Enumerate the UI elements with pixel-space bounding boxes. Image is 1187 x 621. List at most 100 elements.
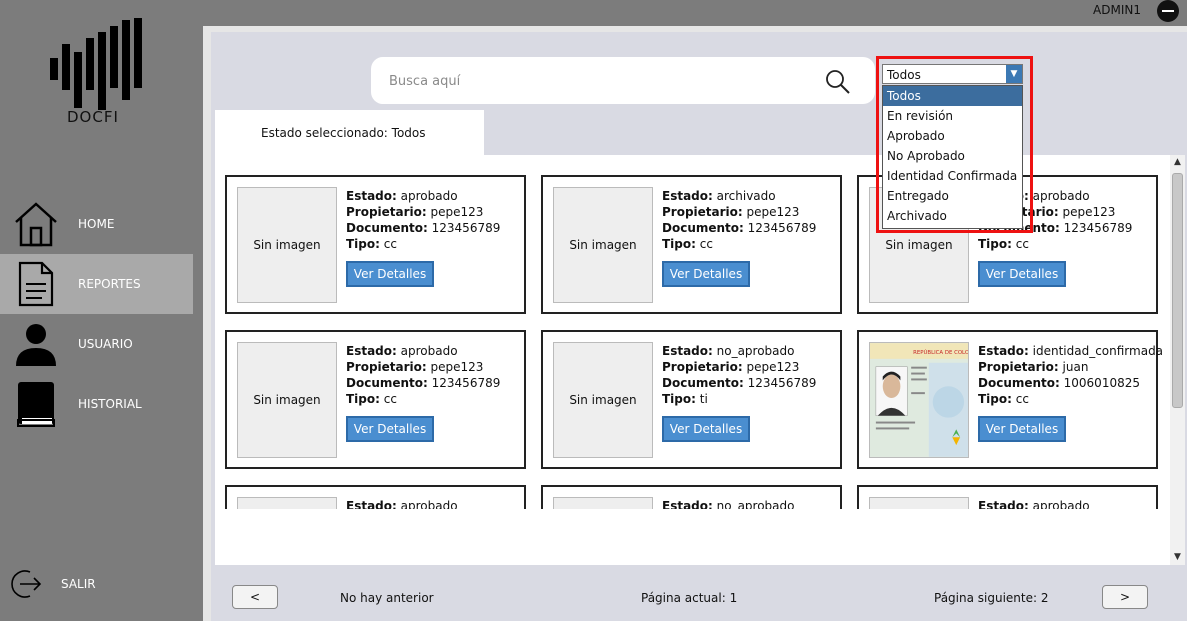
scroll-thumb[interactable] bbox=[1172, 173, 1183, 408]
search-icon[interactable] bbox=[825, 69, 851, 95]
tab-label: Estado seleccionado: Todos bbox=[261, 126, 426, 140]
card-estado: Estado: aprobado bbox=[346, 188, 500, 204]
field-label: Documento: bbox=[662, 376, 744, 390]
document-card: Sin imagen Estado: archivado Propietario: … bbox=[541, 175, 842, 314]
field-value: pepe123 bbox=[426, 360, 484, 374]
card-propietario: Propietario: pepe123 bbox=[346, 204, 500, 220]
next-page-button[interactable]: > bbox=[1102, 585, 1148, 609]
card-estado: Estado: aprobado bbox=[346, 343, 500, 359]
logout-button[interactable]: SALIR bbox=[0, 554, 193, 614]
dropdown-option[interactable]: Aprobado bbox=[883, 126, 1022, 146]
document-card: REPÚBLICA DE COLOMBIA Estado: identidad_c… bbox=[857, 330, 1163, 469]
card-documento: Documento: 123456789 bbox=[662, 375, 816, 391]
document-card: Sin imagenEstado: aprobadoPropietario: p… bbox=[225, 330, 526, 469]
field-value: 123456789 bbox=[427, 221, 501, 235]
card-estado: Estado: identidad_confirmada bbox=[978, 343, 1163, 359]
search-input[interactable] bbox=[389, 71, 809, 91]
field-value: ti bbox=[695, 392, 708, 406]
document-info: Estado: aprobadoPropietario: pepe123Docu… bbox=[346, 188, 500, 252]
field-value: pepe123 bbox=[742, 360, 800, 374]
field-label: Propietario: bbox=[978, 360, 1059, 374]
card-propietario: Propietario: pepe123 bbox=[662, 359, 816, 375]
field-label: Tipo: bbox=[346, 392, 380, 406]
sidebar-item-label: REPORTES bbox=[78, 277, 141, 291]
view-details-button[interactable]: Ver Detalles bbox=[346, 261, 434, 287]
status-filter-options: Todos En revisión Aprobado No Aprobado Ident… bbox=[882, 85, 1023, 229]
book-icon bbox=[17, 382, 55, 427]
card-propietario: Propietario: juan bbox=[978, 359, 1163, 375]
user-icon bbox=[16, 324, 56, 366]
sidebar: DOCFI HOME REPORTES USUARIO HISTORIAL SA… bbox=[0, 0, 202, 621]
sidebar-item-home[interactable]: HOME bbox=[0, 194, 193, 254]
field-label: Tipo: bbox=[662, 237, 696, 251]
tab-estado[interactable]: Estado seleccionado: Todos bbox=[215, 110, 484, 155]
field-value: cc bbox=[379, 237, 397, 251]
view-details-button[interactable]: Ver Detalles bbox=[346, 416, 434, 442]
field-value: pepe123 bbox=[742, 205, 800, 219]
field-value: 1006010825 bbox=[1059, 376, 1140, 390]
field-value: cc bbox=[1011, 392, 1029, 406]
no-image-label: Sin imagen bbox=[569, 393, 637, 407]
card-documento: Documento: 1006010825 bbox=[978, 375, 1163, 391]
card-tipo: Tipo: cc bbox=[346, 391, 500, 407]
field-label: Propietario: bbox=[346, 205, 427, 219]
field-label: Documento: bbox=[978, 376, 1060, 390]
status-filter-select[interactable]: Todos ▼ bbox=[882, 64, 1023, 84]
view-details-button[interactable]: Ver Detalles bbox=[662, 416, 750, 442]
card-documento: Documento: 123456789 bbox=[346, 220, 500, 236]
field-label: Estado: bbox=[662, 344, 713, 358]
sidebar-item-label: USUARIO bbox=[78, 337, 133, 351]
field-value: cc bbox=[379, 392, 397, 406]
document-icon bbox=[18, 261, 54, 307]
field-value: 123456789 bbox=[743, 221, 817, 235]
dropdown-option[interactable]: Archivado bbox=[883, 206, 1022, 226]
search-bar bbox=[371, 57, 875, 104]
minus-circle-icon[interactable] bbox=[1157, 0, 1179, 22]
prev-page-button[interactable]: < bbox=[232, 585, 278, 609]
vertical-scrollbar[interactable]: ▲ ▼ bbox=[1170, 155, 1185, 565]
card-estado: Estado: archivado bbox=[662, 188, 816, 204]
chevron-down-icon[interactable]: ▼ bbox=[1006, 65, 1022, 83]
card-documento: Documento: 123456789 bbox=[346, 375, 500, 391]
sidebar-item-usuario[interactable]: USUARIO bbox=[0, 314, 193, 374]
id-card-header: REPÚBLICA DE COLOMBIA bbox=[913, 349, 968, 356]
field-value: 123456789 bbox=[427, 376, 501, 390]
dropdown-option[interactable]: Entregado bbox=[883, 186, 1022, 206]
dropdown-option[interactable]: Todos bbox=[883, 86, 1022, 106]
scroll-up-icon[interactable]: ▲ bbox=[1170, 155, 1185, 170]
card-tipo: Tipo: cc bbox=[978, 236, 1132, 252]
view-details-button[interactable]: Ver Detalles bbox=[978, 261, 1066, 287]
document-thumbnail: Sin imagen bbox=[237, 342, 337, 458]
field-value: pepe123 bbox=[426, 205, 484, 219]
document-card: Sin imagenEstado: no_aprobadoPropietario… bbox=[541, 330, 842, 469]
prev-page-text: No hay anterior bbox=[340, 591, 434, 605]
card-tipo: Tipo: cc bbox=[978, 391, 1163, 407]
field-value: juan bbox=[1058, 360, 1089, 374]
no-image-label: Sin imagen bbox=[253, 393, 321, 407]
home-icon bbox=[15, 202, 57, 247]
field-label: Documento: bbox=[346, 221, 428, 235]
field-label: Estado: bbox=[978, 344, 1029, 358]
field-label: Estado: bbox=[346, 189, 397, 203]
view-details-button[interactable]: Ver Detalles bbox=[978, 416, 1066, 442]
sidebar-item-reportes[interactable]: REPORTES bbox=[0, 254, 193, 314]
field-label: Propietario: bbox=[662, 360, 743, 374]
logout-icon bbox=[11, 570, 42, 598]
no-image-label: Sin imagen bbox=[885, 238, 953, 252]
field-value: no_aprobado bbox=[712, 344, 795, 358]
dropdown-option[interactable]: En revisión bbox=[883, 106, 1022, 126]
scroll-down-icon[interactable]: ▼ bbox=[1170, 550, 1185, 565]
document-card: Sin imagenEstado: aprobadoPropietario: p… bbox=[225, 175, 526, 314]
field-value: 123456789 bbox=[1059, 221, 1133, 235]
document-thumbnail: REPÚBLICA DE COLOMBIA bbox=[869, 342, 969, 458]
current-page-text: Página actual: 1 bbox=[641, 591, 738, 605]
sidebar-item-historial[interactable]: HISTORIAL bbox=[0, 374, 193, 434]
field-label: Documento: bbox=[346, 376, 428, 390]
field-label: Tipo: bbox=[662, 392, 696, 406]
dropdown-option[interactable]: No Aprobado bbox=[883, 146, 1022, 166]
field-label: Tipo: bbox=[978, 237, 1012, 251]
sidebar-item-label: HOME bbox=[78, 217, 115, 231]
document-thumbnail: Sin imagen bbox=[553, 187, 653, 303]
dropdown-option[interactable]: Identidad Confirmada bbox=[883, 166, 1022, 186]
view-details-button[interactable]: Ver Detalles bbox=[662, 261, 750, 287]
